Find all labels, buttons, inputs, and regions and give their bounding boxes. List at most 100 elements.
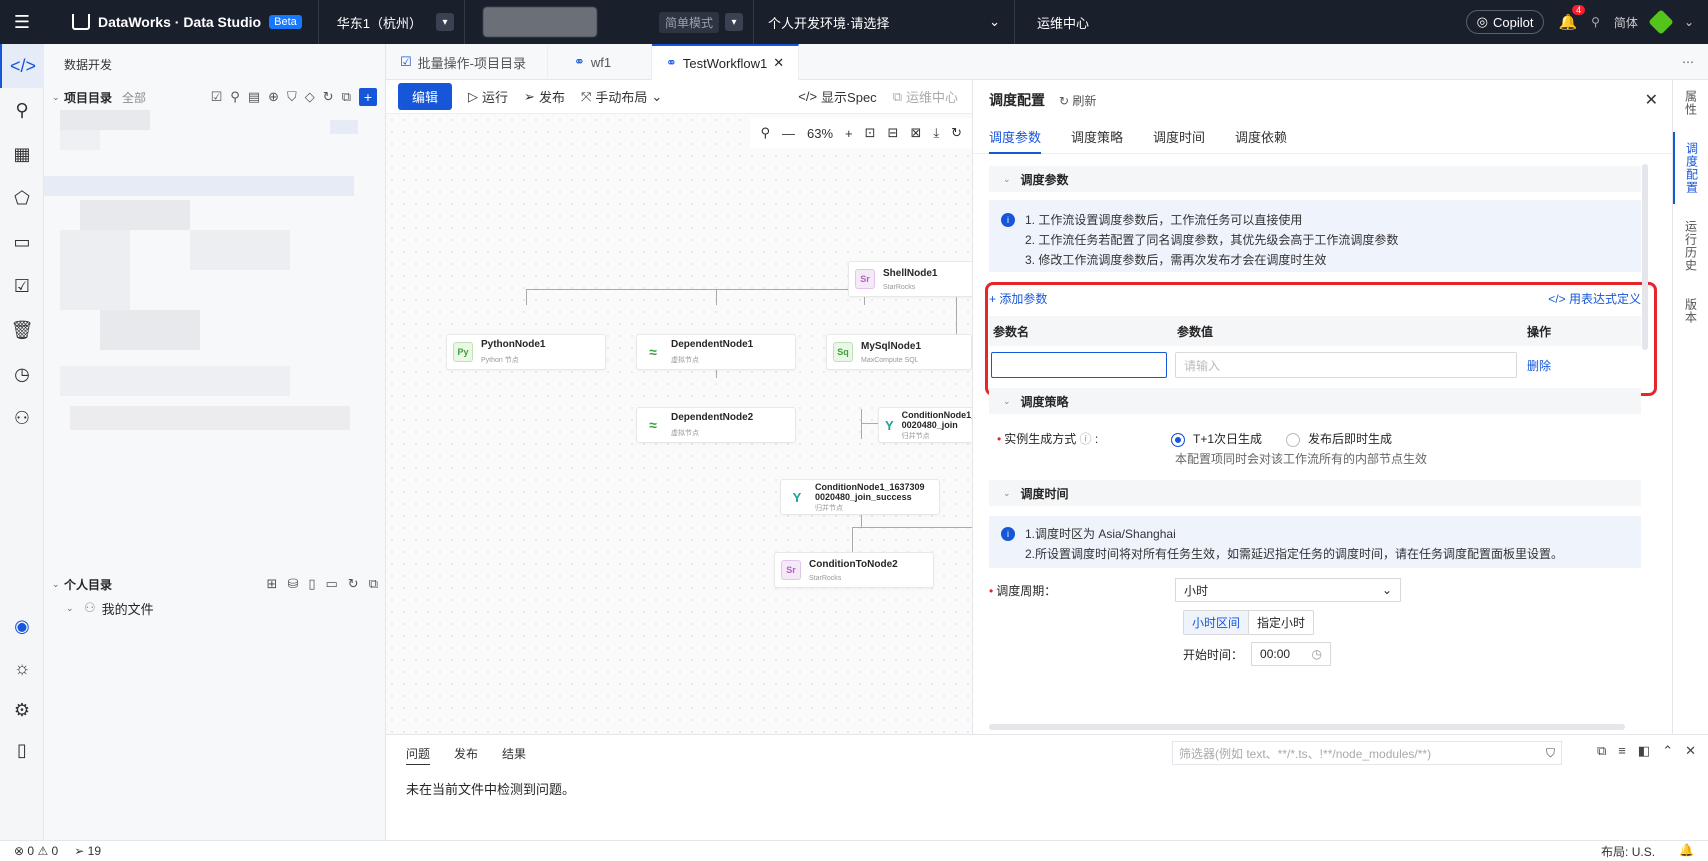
run-button[interactable]: ▷ 运行 xyxy=(468,87,508,106)
horizontal-scrollbar[interactable] xyxy=(989,724,1625,730)
more-icon[interactable]: ⋯ xyxy=(1668,44,1708,79)
tab-problems[interactable]: 问题 xyxy=(406,745,431,765)
locate-icon[interactable]: ⊕ xyxy=(268,89,279,105)
tab-wf1[interactable]: ⚭ wf1 xyxy=(548,44,652,80)
collapse-all-icon[interactable]: ⧉ xyxy=(342,89,351,105)
center-icon[interactable]: ⊠ xyxy=(910,125,921,141)
delete-button[interactable]: 删除 xyxy=(1527,357,1551,374)
checklist-icon[interactable]: ☑ xyxy=(0,264,44,308)
seg-hour-range[interactable]: 小时区间 xyxy=(1184,611,1250,634)
cycle-select[interactable]: 小时 ⌄ xyxy=(1175,578,1401,602)
publish-status[interactable]: ➢ 19 xyxy=(74,844,101,858)
refresh-icon[interactable]: ↻ xyxy=(323,89,334,105)
canvas-node-pythonnode1[interactable]: Py PythonNode1 Python 节点 xyxy=(446,334,606,370)
help-icon[interactable]: ⓘ xyxy=(1080,432,1092,446)
publish-button[interactable]: ➢ 发布 xyxy=(524,87,565,106)
folder-icon[interactable]: ▭ xyxy=(0,220,44,264)
tab-publish[interactable]: 发布 xyxy=(454,745,478,765)
search-icon[interactable]: ⚲ xyxy=(230,89,240,105)
param-value-input[interactable]: 请输入 xyxy=(1175,352,1517,378)
panel-layout-icon[interactable]: ◧ xyxy=(1638,743,1650,759)
close-icon[interactable]: ✕ xyxy=(1685,743,1696,759)
rail-schedule-config[interactable]: 调度配置 xyxy=(1673,132,1708,204)
show-spec-button[interactable]: </> 显示Spec xyxy=(798,87,876,106)
search-icon[interactable]: ⚲ xyxy=(1591,15,1600,29)
canvas-node-shellnode1[interactable]: Sr ShellNode1 StarRocks xyxy=(848,261,972,297)
start-time-picker[interactable]: 00:00 ◷ xyxy=(1251,642,1332,666)
zoom-out-icon[interactable]: — xyxy=(782,126,795,141)
avatar[interactable] xyxy=(1648,9,1674,35)
rail-version[interactable]: 版本 xyxy=(1673,288,1708,334)
rail-properties[interactable]: 属性 xyxy=(1673,80,1708,126)
table-icon[interactable]: ▦ xyxy=(0,132,44,176)
new-file-icon[interactable]: ⊞ xyxy=(267,576,278,592)
vertical-scrollbar[interactable] xyxy=(1642,164,1648,350)
problems-status[interactable]: ⊗ 0 ⚠ 0 xyxy=(14,844,58,858)
canvas-node-conditiontonode2[interactable]: Sr ConditionToNode2 StarRocks xyxy=(774,552,934,588)
project-dir-header[interactable]: ⌄ 项目目录 全部 ☑ ⚲ ▤ ⊕ ⛉ ◇ ↻ ⧉ + xyxy=(44,85,385,109)
add-icon[interactable]: + xyxy=(359,88,377,106)
rail-run-history[interactable]: 运行历史 xyxy=(1673,210,1708,282)
add-param-button[interactable]: + 添加参数 xyxy=(989,290,1047,307)
section-schedule-time[interactable]: ⌄ 调度时间 xyxy=(989,480,1641,506)
seg-specific-hour[interactable]: 指定小时 xyxy=(1249,611,1313,634)
component-icon[interactable]: ⬠ xyxy=(0,176,44,220)
user-icon[interactable]: ⚇ xyxy=(0,396,44,440)
refresh-button[interactable]: ↻ 刷新 xyxy=(1059,92,1096,109)
tag-icon[interactable]: ◇ xyxy=(305,89,315,105)
radio-immediate[interactable]: 发布后即时生成 xyxy=(1286,430,1392,447)
ops-center-button[interactable]: ⧉ 运维中心 xyxy=(893,87,972,106)
refresh-icon[interactable]: ↻ xyxy=(348,576,359,592)
canvas-node-dependentnode2[interactable]: ≈ DependentNode2 虚拟节点 xyxy=(636,407,796,443)
list-icon[interactable]: ▤ xyxy=(248,89,260,105)
new-database-icon[interactable]: ⛁ xyxy=(287,576,298,592)
my-files-item[interactable]: ⌄ ⚇ 我的文件 xyxy=(44,596,386,620)
data-map-icon[interactable]: ⚲ xyxy=(0,88,44,132)
code-icon[interactable]: </> xyxy=(0,44,44,88)
keyboard-layout[interactable]: 布局: U.S. xyxy=(1601,843,1655,860)
chevron-down-icon[interactable]: ⌄ xyxy=(1684,15,1694,29)
copilot-button[interactable]: ◎ Copilot xyxy=(1465,10,1545,34)
mode-label[interactable]: 简单模式 xyxy=(658,11,719,33)
filter-icon[interactable]: ⛉ xyxy=(1546,746,1555,761)
ops-center-link[interactable]: 运维中心 xyxy=(1015,13,1089,32)
new-doc-icon[interactable]: ▯ xyxy=(308,576,315,592)
zoom-in-icon[interactable]: + xyxy=(845,126,853,141)
new-folder-icon[interactable]: ▭ xyxy=(326,576,338,592)
download-icon[interactable]: ⤓ xyxy=(933,125,939,141)
problems-filter-input[interactable]: 筛选器(例如 text、**/*.ts、!**/node_modules/**)… xyxy=(1172,741,1562,765)
tab-testworkflow1[interactable]: ⚭ TestWorkflow1 ✕ xyxy=(652,44,800,80)
bell-icon[interactable]: 🔔 4 xyxy=(1558,5,1586,31)
personal-dir-header[interactable]: ⌄ 个人目录 ⊞ ⛁ ▯ ▭ ↻ ⧉ xyxy=(44,572,386,596)
tab-schedule-time[interactable]: 调度时间 xyxy=(1153,127,1205,146)
chevron-up-icon[interactable]: ⌃ xyxy=(1662,743,1673,759)
chevron-down-icon[interactable]: ▾ xyxy=(725,13,743,31)
env-selector[interactable]: 个人开发环境·请选择 ⌄ xyxy=(754,13,1014,32)
tab-schedule-strategy[interactable]: 调度策略 xyxy=(1071,127,1123,146)
canvas-node-mysqlnode1[interactable]: Sq MySqlNode1 MaxCompute SQL xyxy=(826,334,972,370)
workflow-canvas[interactable]: ⚲ — 63% + ⊡ ⊟ ⊠ ⤓ ↻ Sr ShellNode1 StarRoc… xyxy=(386,114,972,734)
canvas-node-conditionnode1-join[interactable]: Y ConditionNode1_16373090020480_join 归并节点 xyxy=(878,407,972,443)
close-icon[interactable]: ✕ xyxy=(1645,90,1658,110)
clock-icon[interactable]: ◷ xyxy=(0,352,44,396)
batch-icon[interactable]: ☑ xyxy=(211,89,223,105)
param-name-input[interactable] xyxy=(991,352,1167,378)
copilot-sidebar-icon[interactable]: ◉ xyxy=(0,604,44,648)
trash-icon[interactable]: 🗑 xyxy=(0,308,44,352)
section-schedule-strategy[interactable]: ⌄ 调度策略 xyxy=(989,388,1641,414)
filter-icon[interactable]: ⛉ xyxy=(287,89,297,105)
edit-button[interactable]: 编辑 xyxy=(398,83,453,110)
fit-view-icon[interactable]: ⊟ xyxy=(888,125,899,141)
section-schedule-params[interactable]: ⌄ 调度参数 xyxy=(989,166,1641,192)
notification-icon[interactable]: 🔔 xyxy=(1679,843,1694,860)
region-selector[interactable]: 华东1（杭州） ▾ xyxy=(319,13,464,32)
refresh-icon[interactable]: ↻ xyxy=(951,125,962,141)
language-switch[interactable]: 简体 xyxy=(1614,14,1638,31)
tab-schedule-params[interactable]: 调度参数 xyxy=(989,127,1042,154)
collapse-all-icon[interactable]: ⧉ xyxy=(369,576,378,592)
gear-icon[interactable]: ⚙ xyxy=(0,688,44,732)
close-icon[interactable]: ✕ xyxy=(773,55,784,71)
tab-results[interactable]: 结果 xyxy=(502,745,526,765)
radio-t1[interactable]: T+1次日生成 xyxy=(1171,430,1262,447)
canvas-node-dependentnode1[interactable]: ≈ DependentNode1 虚拟节点 xyxy=(636,334,796,370)
